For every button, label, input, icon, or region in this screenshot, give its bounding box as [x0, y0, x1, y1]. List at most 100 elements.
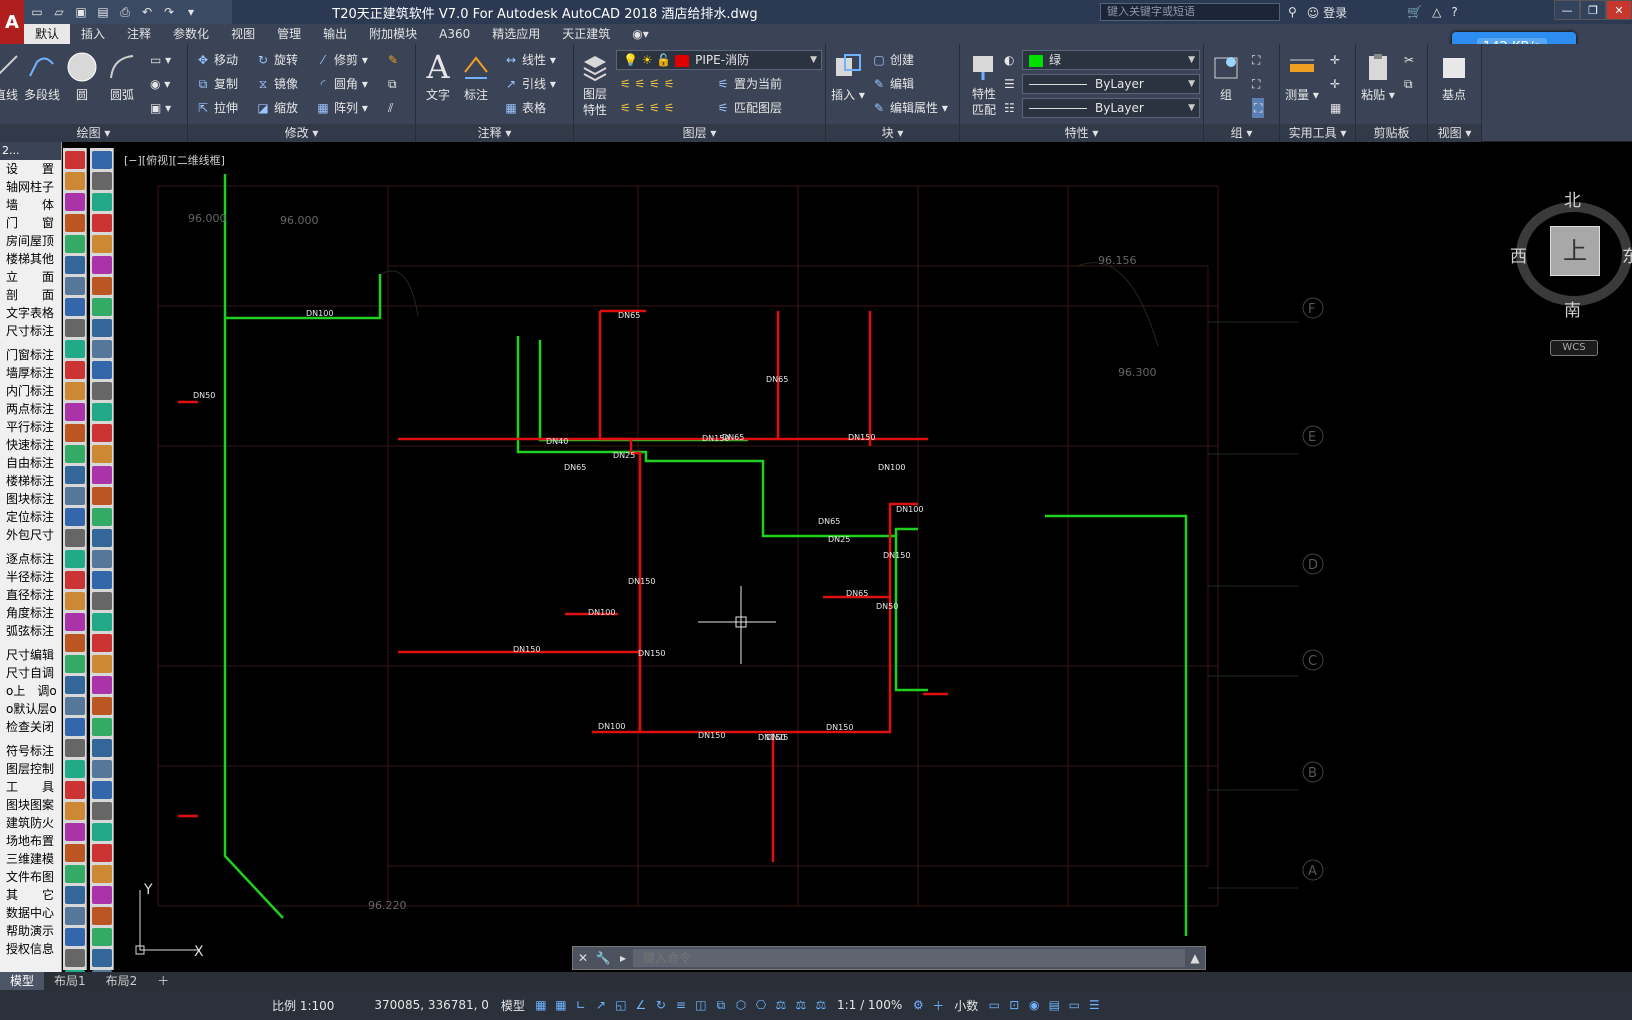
group-block-title[interactable]: 块 ▾: [826, 124, 959, 142]
palette-item[interactable]: o上 调o: [0, 682, 61, 700]
toolbar-tool-icon[interactable]: [65, 445, 85, 463]
toolbar-tool-icon[interactable]: [65, 760, 85, 778]
toolbar-tool-icon[interactable]: [92, 172, 112, 190]
auto-scale-icon[interactable]: ⚖: [791, 998, 811, 1012]
group-annotation-title[interactable]: 注释 ▾: [416, 124, 573, 142]
match-layer-button[interactable]: ⚟ 匹配图层: [716, 98, 782, 118]
toolbar-tool-icon[interactable]: [65, 235, 85, 253]
toolbar-tool-icon[interactable]: [92, 907, 112, 925]
lineweight-icon[interactable]: ☷: [1004, 98, 1015, 118]
explode-icon[interactable]: ⧉: [388, 74, 397, 94]
drawing-canvas[interactable]: FEDCBA DN100 DN65 DN65 DN25 DN40 DN65 DN…: [118, 146, 1632, 972]
fillet-button[interactable]: ◜ 圆角 ▾: [316, 74, 368, 94]
toolbar-tool-icon[interactable]: [65, 718, 85, 736]
toolbar-tool-icon[interactable]: [92, 256, 112, 274]
palette-item[interactable]: 文字表格: [0, 304, 61, 322]
viewcube-top-face[interactable]: 上: [1550, 226, 1600, 276]
snap-icon[interactable]: ▦: [551, 998, 571, 1012]
tab-featured-apps[interactable]: 精选应用: [481, 24, 551, 44]
toolbar-tool-icon[interactable]: [92, 676, 112, 694]
command-input[interactable]: [633, 949, 1185, 967]
toolbar-tool-icon[interactable]: [65, 466, 85, 484]
palette-item[interactable]: 直径标注: [0, 586, 61, 604]
tab-addins[interactable]: 附加模块: [358, 24, 428, 44]
annotation-visibility-icon[interactable]: ⚖: [771, 998, 791, 1012]
toolbar-tool-icon[interactable]: [65, 676, 85, 694]
close-button[interactable]: ✕: [1606, 0, 1632, 20]
palette-item[interactable]: 三维建模: [0, 850, 61, 868]
login-button[interactable]: ☺ 登录: [1307, 4, 1347, 21]
toolbar-tool-icon[interactable]: [92, 655, 112, 673]
wrench-icon[interactable]: 🔧: [593, 951, 613, 965]
model-space-toggle[interactable]: 模型: [495, 997, 531, 1014]
group-view-title[interactable]: 视图 ▾: [1428, 124, 1481, 142]
group-utilities-title[interactable]: 实用工具 ▾: [1280, 124, 1355, 142]
palette-item[interactable]: 图层控制: [0, 760, 61, 778]
palette-item[interactable]: 数据中心: [0, 904, 61, 922]
group-clipboard-title[interactable]: 剪贴板: [1356, 124, 1427, 142]
group-select-icon[interactable]: ⛶: [1252, 98, 1265, 118]
restore-button[interactable]: ❐: [1580, 0, 1606, 20]
tab-default[interactable]: 默认: [24, 24, 71, 44]
viewport-controls-label[interactable]: [−][俯视][二维线框]: [124, 152, 225, 168]
grid-icon[interactable]: ▦: [531, 998, 551, 1012]
toolbar-tool-icon[interactable]: [92, 865, 112, 883]
hatch-icon[interactable]: ◉ ▾: [150, 74, 170, 94]
dimension-button[interactable]: 标注: [456, 50, 496, 103]
chevron-up-icon[interactable]: ▲: [1185, 951, 1205, 965]
transparency-icon[interactable]: ◫: [691, 998, 711, 1012]
tab-layout1[interactable]: 布局1: [44, 972, 96, 990]
toolbar-tool-icon[interactable]: [65, 739, 85, 757]
minimize-button[interactable]: —: [1554, 0, 1580, 20]
layer-tools-row2[interactable]: ⚟ ⚟ ⚟ ⚟: [620, 98, 674, 118]
erase-icon[interactable]: ✎: [388, 50, 398, 70]
toolbar-tool-icon[interactable]: [65, 193, 85, 211]
copy-button[interactable]: ⧉ 复制: [196, 74, 238, 94]
lock-ui-icon[interactable]: ⊡: [1004, 998, 1024, 1012]
group-layers-title[interactable]: 图层 ▾: [574, 124, 825, 142]
palette-item[interactable]: 帮助演示: [0, 922, 61, 940]
toolbar-tool-icon[interactable]: [92, 592, 112, 610]
palette-item[interactable]: 角度标注: [0, 604, 61, 622]
toolbar-tool-icon[interactable]: [65, 256, 85, 274]
region-icon[interactable]: ▣ ▾: [150, 98, 171, 118]
palette-item[interactable]: 自由标注: [0, 454, 61, 472]
osnap-icon[interactable]: ◱: [611, 998, 631, 1012]
annotation-monitor-icon[interactable]: ＋: [928, 997, 948, 1014]
array-button[interactable]: ▦ 阵列 ▾: [316, 98, 368, 118]
create-block-button[interactable]: ▢ 创建: [872, 50, 914, 70]
tab-a360[interactable]: A360: [428, 24, 481, 44]
palette-item[interactable]: 半径标注: [0, 568, 61, 586]
app-menu-button[interactable]: A: [0, 0, 24, 44]
id-point-icon[interactable]: ✛: [1330, 74, 1340, 94]
add-layout-icon[interactable]: ＋: [147, 972, 179, 990]
palette-item[interactable]: 内门标注: [0, 382, 61, 400]
toolbar-tool-icon[interactable]: [65, 907, 85, 925]
toolbar-tool-icon[interactable]: [92, 508, 112, 526]
stretch-button[interactable]: ⇱ 拉伸: [196, 98, 238, 118]
tab-annotate[interactable]: 注释: [116, 24, 162, 44]
toolbar-tool-icon[interactable]: [65, 277, 85, 295]
viewcube[interactable]: 上 北 南 西 东: [1510, 190, 1632, 321]
toolbar-tool-icon[interactable]: [65, 361, 85, 379]
edit-attributes-button[interactable]: ✎ 编辑属性 ▾: [872, 98, 948, 118]
palette-item[interactable]: 门窗标注: [0, 346, 61, 364]
workspace-gear-icon[interactable]: ⚙: [908, 998, 928, 1012]
palette-item[interactable]: 两点标注: [0, 400, 61, 418]
group-group-title[interactable]: 组 ▾: [1204, 124, 1279, 142]
toolbar-tool-icon[interactable]: [92, 319, 112, 337]
toolbar-tool-icon[interactable]: [65, 529, 85, 547]
tab-tangent-arch[interactable]: 天正建筑: [551, 24, 621, 44]
layer-tools-row1[interactable]: ⚟ ⚟ ⚟ ⚟: [620, 74, 674, 94]
calculator-icon[interactable]: ▦: [1330, 98, 1341, 118]
leader-button[interactable]: ↗ 引线 ▾: [504, 74, 556, 94]
toolbar-tool-icon[interactable]: [92, 781, 112, 799]
toolbar-tool-icon[interactable]: [92, 466, 112, 484]
palette-item[interactable]: 其 它: [0, 886, 61, 904]
palette-item[interactable]: 尺寸自调: [0, 664, 61, 682]
palette-item[interactable]: 立 面: [0, 268, 61, 286]
linetype-icon[interactable]: ☰: [1004, 74, 1015, 94]
toolbar-tool-icon[interactable]: [65, 319, 85, 337]
toolbar-tool-icon[interactable]: [92, 529, 112, 547]
hardware-accel-icon[interactable]: ▤: [1044, 998, 1064, 1012]
